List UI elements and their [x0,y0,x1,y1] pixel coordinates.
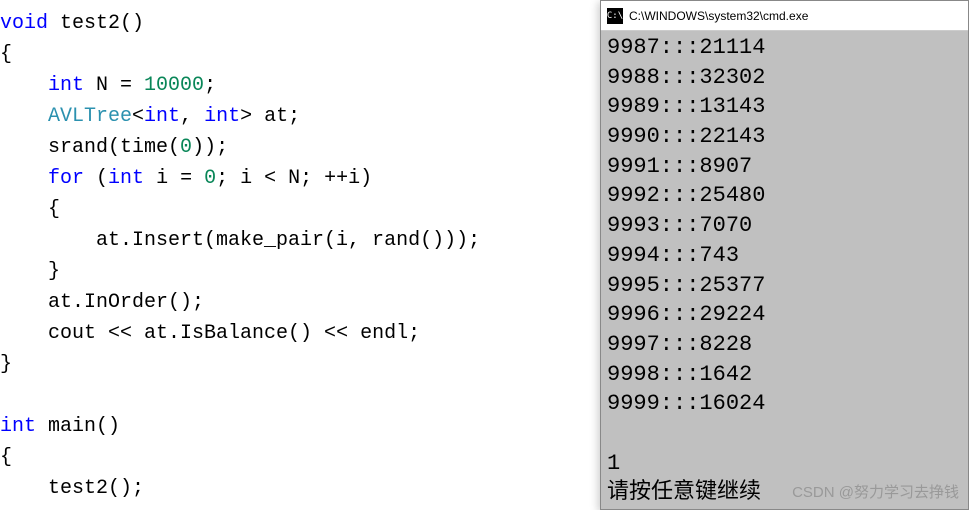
brace: } [0,260,60,283]
number: 0 [180,136,192,159]
code-text: > [240,105,252,128]
code-text: test2(); [48,477,144,500]
output-line: 9994:::743 [607,243,739,268]
type-name: AVLTree [48,105,132,128]
code-text: , [180,105,204,128]
keyword: int [48,74,84,97]
code-text: at.Insert(make_pair(i, rand())); [96,229,480,252]
cmd-icon: C:\ [607,8,623,24]
keyword: void [0,12,48,35]
keyword: int [0,415,36,438]
indent [0,136,48,159]
keyword: int [144,105,180,128]
number: 10000 [144,74,204,97]
brace: { [0,198,60,221]
output-line: 9991:::8907 [607,154,752,179]
window-title: C:\WINDOWS\system32\cmd.exe [629,9,808,23]
code-text: < [132,105,144,128]
output-line: 9995:::25377 [607,273,765,298]
function-name: main [36,415,96,438]
function-call: srand [48,136,108,159]
number: 0 [204,167,216,190]
output-line: 9987:::21114 [607,35,765,60]
console-window[interactable]: C:\ C:\WINDOWS\system32\cmd.exe 9987:::2… [600,0,969,510]
parens: () [96,415,120,438]
indent [0,105,48,128]
indent [0,167,48,190]
output-line: 9990:::22143 [607,124,765,149]
parens: () [120,12,144,35]
keyword: int [204,105,240,128]
output-line: 9993:::7070 [607,213,752,238]
keyword: int [108,167,144,190]
indent [0,229,96,252]
code-text: cout << at.IsBalance() << endl; [48,322,420,345]
code-text: )); [192,136,228,159]
output-line: 9999:::16024 [607,391,765,416]
indent [0,322,48,345]
title-bar[interactable]: C:\ C:\WINDOWS\system32\cmd.exe [601,1,968,31]
indent [0,291,48,314]
output-line: 请按任意键继续 [607,480,761,505]
output-line: 9989:::13143 [607,94,765,119]
code-text: i = [144,167,204,190]
keyword: for [48,167,84,190]
output-line: 1 [607,451,620,476]
code-editor[interactable]: void test2() { int N = 10000; AVLTree<in… [0,0,608,510]
brace: { [0,446,12,469]
code-text: at; [252,105,300,128]
code-text: at.InOrder(); [48,291,204,314]
output-line: 9996:::29224 [607,302,765,327]
code-text: (time( [108,136,180,159]
output-line: 9988:::32302 [607,65,765,90]
function-name: test2 [48,12,120,35]
output-line: 9992:::25480 [607,183,765,208]
code-text: N = [84,74,144,97]
code-text: ( [84,167,108,190]
code-text: ; i < N; ++i) [216,167,372,190]
indent [0,477,48,500]
brace: } [0,353,12,376]
indent [0,74,48,97]
console-output[interactable]: 9987:::21114 9988:::32302 9989:::13143 9… [601,31,968,509]
output-line: 9998:::1642 [607,362,752,387]
code-text: ; [204,74,216,97]
brace: { [0,43,12,66]
output-line: 9997:::8228 [607,332,752,357]
